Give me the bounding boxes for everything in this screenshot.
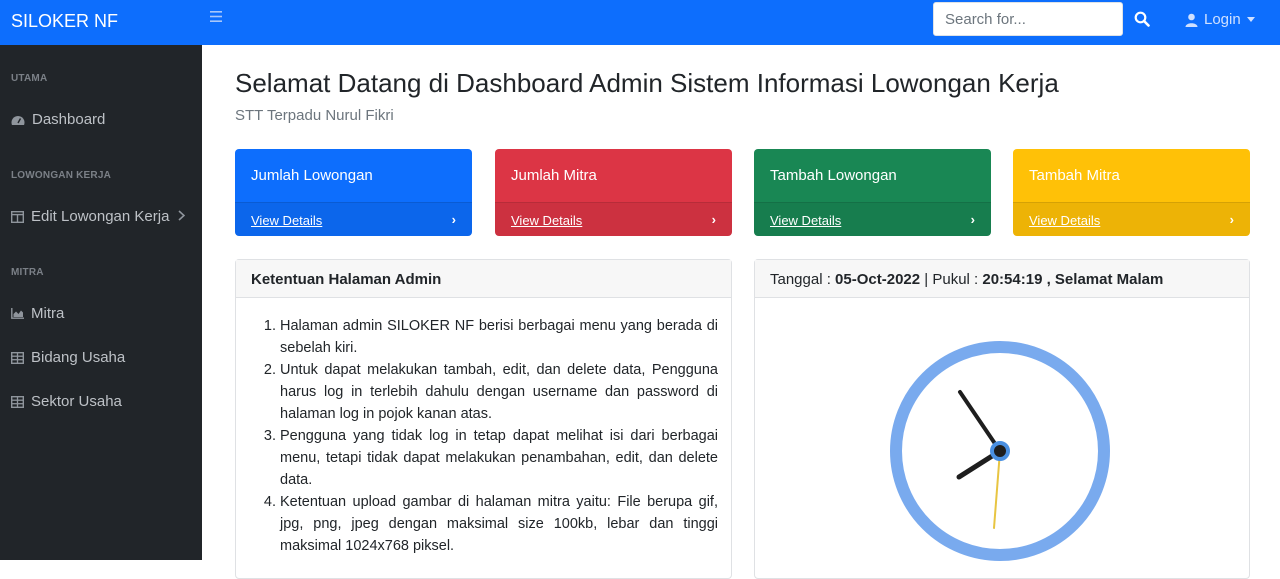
card-tambah-lowongan: Tambah Lowongan View Details › [754,149,991,236]
table-icon [11,395,24,408]
sidebar-item-label: Bidang Usaha [31,349,126,366]
table-icon [11,351,24,364]
login-label: Login [1204,11,1241,28]
clock-panel-header: Tanggal : 05-Oct-2022 | Pukul : 20:54:19… [755,260,1249,298]
sidebar-item-label: Edit Lowongan Kerja [31,208,170,225]
search-icon [1134,11,1150,27]
sidebar-item-mitra[interactable]: Mitra [11,305,64,322]
date-label: Tanggal : [770,271,836,288]
page-subtitle: STT Terpadu Nurul Fikri [235,107,394,124]
list-item: Untuk dapat melakukan tambah, edit, dan … [280,359,718,425]
chevron-right-icon[interactable]: › [712,212,716,227]
main-content: Selamat Datang di Dashboard Admin Sistem… [202,45,1280,579]
chevron-right-icon[interactable]: › [1230,212,1234,227]
card-title: Jumlah Mitra [511,167,597,184]
user-icon [1185,13,1198,27]
brand-logo[interactable]: SILOKER NF [11,10,118,32]
sidebar-heading-lowongan-kerja: LOWONGAN KERJA [11,170,112,181]
card-jumlah-mitra: Jumlah Mitra View Details › [495,149,732,236]
rules-list: Halaman admin SILOKER NF berisi berbagai… [280,315,718,557]
card-jumlah-lowongan: Jumlah Lowongan View Details › [235,149,472,236]
view-details-link[interactable]: View Details [511,213,582,228]
list-item: Halaman admin SILOKER NF berisi berbagai… [280,315,718,359]
card-tambah-mitra: Tambah Mitra View Details › [1013,149,1250,236]
chevron-right-icon[interactable] [178,209,186,224]
view-details-link[interactable]: View Details [1029,213,1100,228]
sidebar-toggle-icon[interactable] [210,9,222,26]
caret-down-icon [1246,17,1255,22]
top-navbar: SILOKER NF Search for... Login [0,0,1280,45]
list-item: Pengguna yang tidak log in tetap dapat m… [280,425,718,491]
sidebar-item-label: Dashboard [32,111,106,128]
clock-panel: Tanggal : 05-Oct-2022 | Pukul : 20:54:19… [754,259,1250,579]
sidebar-heading-utama: UTAMA [11,73,48,84]
card-footer: View Details › [1013,202,1250,236]
card-footer: View Details › [495,202,732,236]
view-details-link[interactable]: View Details [770,213,841,228]
list-item: Ketentuan upload gambar di halaman mitra… [280,491,718,557]
rules-panel-title: Ketentuan Halaman Admin [236,260,731,298]
dashboard-icon [11,115,25,125]
page-title: Selamat Datang di Dashboard Admin Sistem… [235,68,1059,98]
sidebar-item-dashboard[interactable]: Dashboard [11,111,105,128]
chevron-right-icon[interactable]: › [971,212,975,227]
search-button[interactable] [1124,2,1160,36]
rules-panel: Ketentuan Halaman Admin Halaman admin SI… [235,259,732,579]
card-title: Jumlah Lowongan [251,167,373,184]
analog-clock [890,341,1110,561]
chart-area-icon [11,308,24,319]
time-value: 20:54:19 [982,271,1043,288]
clock-center [990,441,1010,461]
columns-icon [11,210,24,223]
search-input[interactable]: Search for... [933,2,1123,36]
login-dropdown[interactable]: Login [1185,11,1255,28]
sidebar-item-sektor-usaha[interactable]: Sektor Usaha [11,393,122,410]
date-value: 05-Oct-2022 [835,271,921,288]
sidebar-item-label: Mitra [31,305,65,322]
sidebar: UTAMA Dashboard LOWONGAN KERJA Edit Lowo… [0,45,202,560]
card-title: Tambah Mitra [1029,167,1120,184]
card-title: Tambah Lowongan [770,167,897,184]
card-footer: View Details › [754,202,991,236]
view-details-link[interactable]: View Details [251,213,322,228]
time-label: | Pukul : [920,271,983,288]
sidebar-item-edit-lowongan-kerja[interactable]: Edit Lowongan Kerja [11,208,169,225]
sidebar-item-bidang-usaha[interactable]: Bidang Usaha [11,349,125,366]
chevron-right-icon[interactable]: › [452,212,456,227]
card-footer: View Details › [235,202,472,236]
sidebar-item-label: Sektor Usaha [31,393,122,410]
greeting-text: , Selamat Malam [1042,271,1164,288]
sidebar-heading-mitra: MITRA [11,267,44,278]
